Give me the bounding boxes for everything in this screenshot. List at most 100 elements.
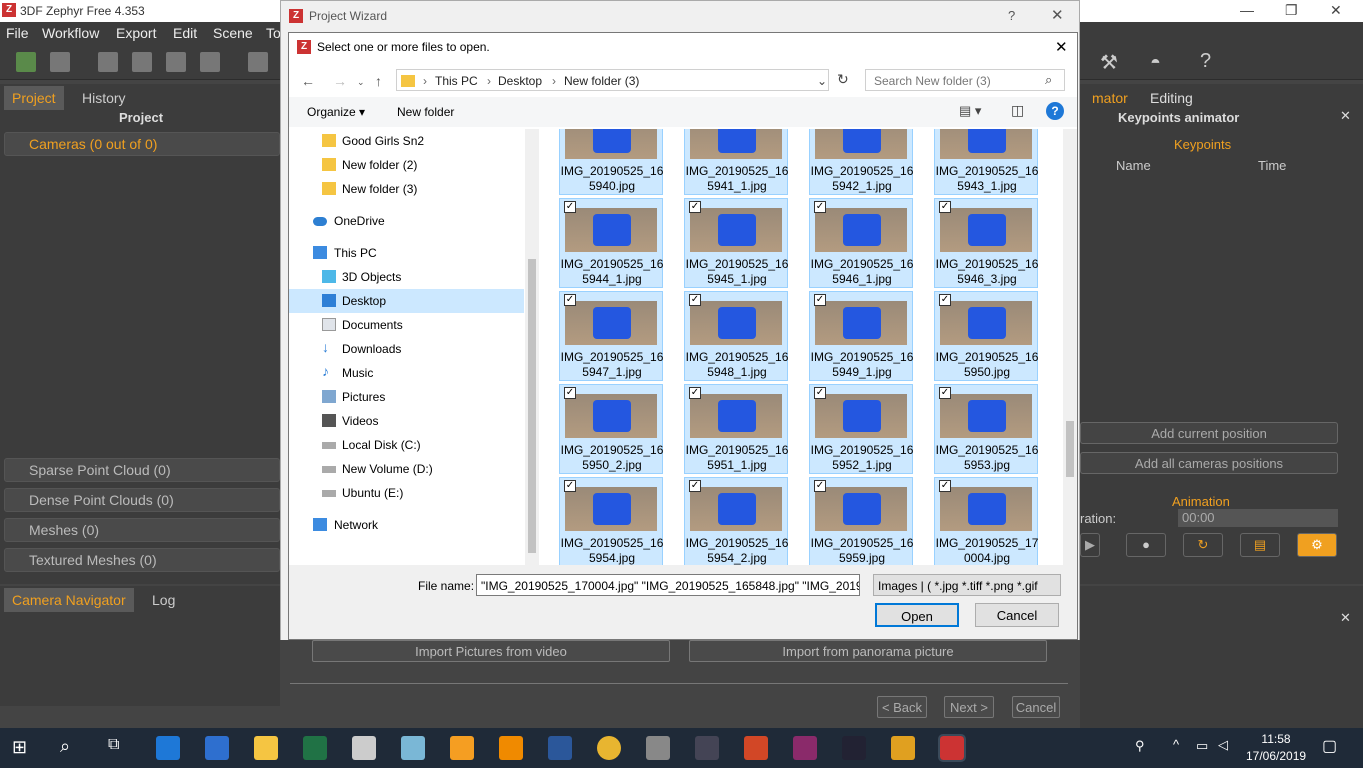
back-button[interactable]: < Back — [877, 696, 927, 718]
up-arrow-icon[interactable]: ↑ — [375, 73, 382, 89]
file-type-select[interactable]: Images | ( *.jpg *.tiff *.png *.gif — [873, 574, 1061, 596]
nav-item-network[interactable]: Network — [289, 513, 524, 537]
wizard-help-icon[interactable]: ? — [1008, 8, 1015, 23]
mesh-icon[interactable] — [166, 52, 186, 72]
maximize-icon[interactable]: ❐ — [1285, 2, 1298, 19]
file-tile[interactable]: ✓ IMG_20190525_16 5949_1.jpg — [809, 291, 913, 381]
tab-project[interactable]: Project — [4, 86, 64, 110]
dense-point-clouds-section[interactable]: Dense Point Clouds (0) — [4, 488, 280, 512]
people-icon[interactable]: ⚲ — [1135, 738, 1145, 754]
task-view-icon[interactable]: ⧉ — [108, 736, 119, 754]
settings-gear-icon[interactable]: ⚙ — [1297, 533, 1337, 557]
save-icon[interactable] — [50, 52, 70, 72]
checkbox-icon[interactable]: ✓ — [689, 201, 701, 213]
tab-history[interactable]: History — [74, 86, 134, 110]
checkbox-icon[interactable]: ✓ — [939, 294, 951, 306]
file-tile[interactable]: ✓ IMG_20190525_16 5947_1.jpg — [559, 291, 663, 381]
nav-item-desktop[interactable]: Desktop — [289, 289, 524, 313]
checkbox-icon[interactable]: ✓ — [939, 201, 951, 213]
nav-item-pictures[interactable]: Pictures — [289, 385, 524, 409]
tab-camera-navigator[interactable]: Camera Navigator — [4, 588, 134, 612]
vlc-icon[interactable] — [499, 736, 523, 760]
recent-chevron-icon[interactable]: ⌄ — [357, 77, 365, 88]
start-windows-icon[interactable]: ⊞ — [12, 737, 27, 758]
record-icon[interactable]: ● — [1126, 533, 1166, 557]
address-dropdown-icon[interactable]: ⌄ — [817, 74, 827, 88]
checkbox-icon[interactable]: ✓ — [689, 480, 701, 492]
forward-arrow-icon[interactable]: → — [333, 73, 347, 89]
nav-item-music[interactable]: ♪ Music — [289, 361, 524, 385]
powerpoint-icon[interactable] — [744, 736, 768, 760]
file-tile[interactable]: ✓ IMG_20190525_16 5948_1.jpg — [684, 291, 788, 381]
excel-icon[interactable] — [303, 736, 327, 760]
git-icon[interactable] — [695, 736, 719, 760]
select-icon[interactable] — [98, 52, 118, 72]
back-arrow-icon[interactable]: ← — [301, 73, 315, 89]
file-tile[interactable]: ✓ IMG_20190525_16 5945_1.jpg — [684, 198, 788, 288]
winrar-icon[interactable] — [793, 736, 817, 760]
word-icon[interactable] — [548, 736, 572, 760]
points-icon[interactable] — [132, 52, 152, 72]
refresh-icon[interactable]: ↻ — [837, 71, 849, 88]
close-panel-icon[interactable]: ✕ — [1340, 108, 1351, 124]
filename-input[interactable]: "IMG_20190525_170004.jpg" "IMG_20190525_… — [476, 574, 860, 596]
files-scrollbar[interactable] — [1063, 129, 1077, 565]
file-tile[interactable]: ✓ IMG_20190525_16 5944_1.jpg — [559, 198, 663, 288]
play-icon[interactable]: ▶ — [1080, 533, 1100, 557]
clock-time[interactable]: 11:58 — [1246, 732, 1306, 746]
paint-icon[interactable] — [352, 736, 376, 760]
checkbox-icon[interactable]: ✓ — [564, 201, 576, 213]
add-current-position-button[interactable]: Add current position — [1080, 422, 1338, 444]
organize-button[interactable]: Organize ▾ — [307, 105, 365, 119]
notifications-icon[interactable]: ▢ — [1322, 736, 1337, 756]
export-icon[interactable]: ▤ — [1240, 533, 1280, 557]
tab-log[interactable]: Log — [144, 588, 183, 612]
3dwox-icon[interactable] — [842, 736, 866, 760]
cameras-section[interactable]: Cameras (0 out of 0) — [4, 132, 280, 156]
file-explorer-icon[interactable] — [254, 736, 278, 760]
checkbox-icon[interactable]: ✓ — [689, 387, 701, 399]
file-tile[interactable]: ✓ IMG_20190525_16 5952_1.jpg — [809, 384, 913, 474]
mask-icon[interactable]: ◓ — [1150, 52, 1161, 73]
file-tile[interactable]: ✓ IMG_20190525_16 5954_2.jpg — [684, 477, 788, 565]
search-icon[interactable]: ⌕ — [60, 736, 70, 757]
nav-item-downloads[interactable]: ↓ Downloads — [289, 337, 524, 361]
textured-mesh-icon[interactable] — [200, 52, 220, 72]
meshes-section[interactable]: Meshes (0) — [4, 518, 280, 542]
import-panorama-button[interactable]: Import from panorama picture — [689, 640, 1047, 662]
duration-input[interactable]: 00:00 — [1178, 509, 1338, 527]
file-tile[interactable]: ✓ IMG_20190525_16 5946_1.jpg — [809, 198, 913, 288]
menu-export[interactable]: Export — [116, 25, 156, 41]
file-tile[interactable]: IMG_20190525_16 5941_1.jpg — [684, 129, 788, 195]
new-folder-button[interactable]: New folder — [397, 105, 454, 119]
nav-item-videos[interactable]: Videos — [289, 409, 524, 433]
textured-meshes-section[interactable]: Textured Meshes (0) — [4, 548, 280, 572]
dialog-close-icon[interactable]: ✕ — [1055, 38, 1068, 56]
file-tile[interactable]: ✓ IMG_20190525_16 5953.jpg — [934, 384, 1038, 474]
file-tile[interactable]: ✓ IMG_20190525_16 5954.jpg — [559, 477, 663, 565]
files-scrollbar-thumb[interactable] — [1066, 421, 1074, 477]
sparse-point-cloud-section[interactable]: Sparse Point Cloud (0) — [4, 458, 280, 482]
wrench-icon[interactable]: ⚒ — [1100, 50, 1118, 75]
edge-icon[interactable] — [156, 736, 180, 760]
breadcrumb-this-pc[interactable]: This PC — [435, 74, 478, 88]
menu-file[interactable]: File — [6, 25, 29, 41]
close-panel-icon[interactable]: ✕ — [1340, 610, 1351, 626]
notes-icon[interactable] — [401, 736, 425, 760]
nav-item-local-disk-c[interactable]: Local Disk (C:) — [289, 433, 524, 457]
checkbox-icon[interactable]: ✓ — [564, 387, 576, 399]
nav-item-3d-objects[interactable]: 3D Objects — [289, 265, 524, 289]
nav-item-this-pc[interactable]: This PC — [289, 241, 524, 265]
view-options-icon[interactable]: ▤ ▾ — [959, 103, 981, 119]
new-project-icon[interactable] — [16, 52, 36, 72]
checkbox-icon[interactable]: ✓ — [564, 480, 576, 492]
checkbox-icon[interactable]: ✓ — [814, 387, 826, 399]
file-tile[interactable]: ✓ IMG_20190525_16 5959.jpg — [809, 477, 913, 565]
wizard-close-icon[interactable]: ✕ — [1051, 6, 1064, 24]
checkbox-icon[interactable]: ✓ — [939, 480, 951, 492]
nav-item-new-volume-d[interactable]: New Volume (D:) — [289, 457, 524, 481]
add-all-cameras-button[interactable]: Add all cameras positions — [1080, 452, 1338, 474]
checkbox-icon[interactable]: ✓ — [814, 294, 826, 306]
tray-chevron-icon[interactable]: ^ — [1173, 737, 1179, 752]
address-bar[interactable]: › This PC › Desktop › New folder (3) ⌄ — [396, 69, 829, 91]
